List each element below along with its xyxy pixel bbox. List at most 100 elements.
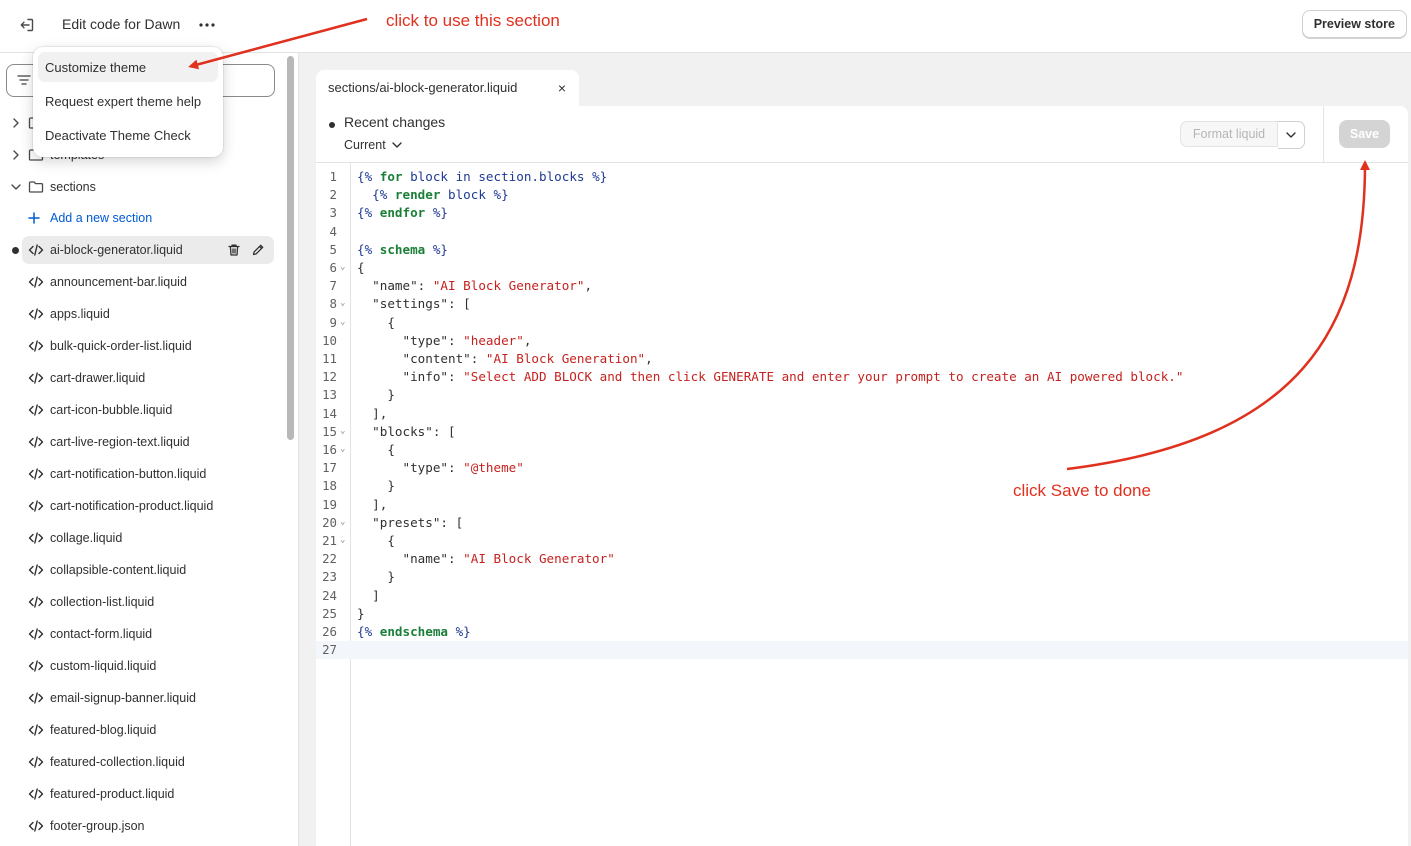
code-line: 12 "info": "Select ADD BLOCK and then cl…: [316, 368, 1408, 386]
menu-item-request-expert-help[interactable]: Request expert theme help: [38, 86, 218, 116]
code-line: 24 ]: [316, 587, 1408, 605]
file-label: ai-block-generator.liquid: [50, 243, 183, 257]
save-button[interactable]: Save: [1339, 120, 1390, 148]
more-actions-menu: Customize theme Request expert theme hel…: [33, 47, 223, 157]
file-label: custom-liquid.liquid: [50, 659, 157, 673]
tab-ai-block-generator[interactable]: sections/ai-block-generator.liquid ×: [316, 70, 579, 106]
line-number: 16: [322, 442, 337, 457]
code-file-icon: [28, 467, 44, 481]
menu-item-deactivate-theme-check[interactable]: Deactivate Theme Check: [38, 120, 218, 150]
file-item[interactable]: email-signup-banner.liquid: [22, 684, 274, 712]
fold-chevron-icon[interactable]: ⌄: [340, 426, 345, 436]
sidebar-scrollbar[interactable]: [287, 56, 294, 440]
line-number: 8: [329, 296, 337, 312]
code-text: {% schema %}: [357, 241, 448, 257]
line-number: 22: [322, 551, 337, 567]
file-item[interactable]: ai-block-generator.liquid: [22, 236, 274, 264]
file-item[interactable]: collapsible-content.liquid: [22, 556, 274, 584]
code-line: 13 }: [316, 386, 1408, 404]
file-item[interactable]: collage.liquid: [22, 524, 274, 552]
exit-icon[interactable]: [14, 12, 40, 38]
code-file-icon: [28, 563, 44, 577]
file-label: collapsible-content.liquid: [50, 563, 187, 577]
filter-icon: [17, 75, 31, 85]
code-text: ],: [357, 496, 388, 512]
more-actions-icon[interactable]: [196, 14, 218, 36]
file-item[interactable]: featured-product.liquid: [22, 780, 274, 808]
annotation-top: click to use this section: [386, 11, 560, 30]
code-line: 7 "name": "AI Block Generator",: [316, 277, 1408, 295]
file-item[interactable]: featured-blog.liquid: [22, 716, 274, 744]
delete-file-icon[interactable]: [227, 243, 241, 257]
file-label: featured-blog.liquid: [50, 723, 157, 737]
code-file-icon: [28, 339, 44, 353]
file-label: collection-list.liquid: [50, 595, 155, 609]
code-text: }: [357, 387, 395, 403]
code-line: 9 ⌄ {: [316, 314, 1408, 332]
code-file-icon: [28, 787, 44, 801]
code-line: 6 ⌄ {: [316, 259, 1408, 277]
code-line: 25}: [316, 605, 1408, 623]
format-liquid-button[interactable]: Format liquid: [1180, 121, 1278, 147]
code-text: "presets": [: [357, 514, 464, 530]
preview-store-button[interactable]: Preview store: [1301, 10, 1407, 38]
code-text: }: [357, 605, 365, 621]
file-item[interactable]: apps.liquid: [22, 300, 274, 328]
file-item[interactable]: custom-liquid.liquid: [22, 652, 274, 680]
file-item[interactable]: collection-list.liquid: [22, 588, 274, 616]
fold-chevron-icon[interactable]: ⌄: [340, 444, 345, 454]
folder-label: sections: [50, 180, 96, 194]
file-label: collage.liquid: [50, 531, 123, 545]
code-text: }: [357, 478, 395, 494]
code-text: {% render block %}: [357, 187, 509, 203]
code-editor: Recent changes Current Format liquid Sav…: [316, 106, 1408, 846]
code-content[interactable]: 1 {% for block in section.blocks %} 2 {% r…: [316, 163, 1408, 846]
file-item[interactable]: cart-live-region-text.liquid: [22, 428, 274, 456]
fold-chevron-icon[interactable]: ⌄: [340, 262, 345, 272]
code-text: {: [357, 442, 395, 457]
format-options-button[interactable]: [1278, 121, 1305, 149]
code-file-icon: [28, 243, 44, 257]
add-section-link[interactable]: Add a new section: [28, 208, 152, 228]
code-line: 19 ],: [316, 496, 1408, 514]
code-file-icon: [28, 499, 44, 513]
modified-dot: [12, 247, 19, 254]
editor-area: sections/ai-block-generator.liquid × Rec…: [299, 53, 1411, 846]
code-file-icon: [28, 307, 44, 321]
folder-icon: [28, 180, 44, 194]
file-item[interactable]: bulk-quick-order-list.liquid: [22, 332, 274, 360]
fold-chevron-icon[interactable]: ⌄: [340, 517, 345, 527]
file-item[interactable]: cart-drawer.liquid: [22, 364, 274, 392]
chevron-down-icon: [10, 181, 22, 193]
file-item[interactable]: cart-notification-button.liquid: [22, 460, 274, 488]
menu-item-customize-theme[interactable]: Customize theme: [38, 52, 218, 82]
line-number: 17: [322, 460, 337, 476]
file-item[interactable]: cart-notification-product.liquid: [22, 492, 274, 520]
rename-file-icon[interactable]: [251, 243, 265, 257]
line-number: 7: [329, 278, 337, 294]
chevron-down-icon: [391, 142, 402, 148]
code-text: {% endschema %}: [357, 624, 471, 639]
code-line: 23 }: [316, 568, 1408, 586]
code-text: "settings": [: [357, 296, 471, 312]
file-item[interactable]: featured-collection.liquid: [22, 748, 274, 776]
close-tab-icon[interactable]: ×: [554, 78, 570, 98]
file-item[interactable]: cart-icon-bubble.liquid: [22, 396, 274, 424]
line-number: 1: [329, 169, 337, 184]
file-item[interactable]: announcement-bar.liquid: [22, 268, 274, 296]
file-item[interactable]: footer-group.json: [22, 812, 274, 840]
version-select[interactable]: Current: [344, 138, 402, 152]
code-line: 3 {% endfor %}: [316, 204, 1408, 222]
file-label: announcement-bar.liquid: [50, 275, 187, 289]
file-item[interactable]: contact-form.liquid: [22, 620, 274, 648]
file-label: footer-group.json: [50, 819, 145, 833]
fold-chevron-icon[interactable]: ⌄: [340, 535, 345, 545]
fold-chevron-icon[interactable]: ⌄: [340, 298, 345, 308]
fold-chevron-icon[interactable]: ⌄: [340, 317, 345, 327]
code-text: {: [357, 260, 365, 275]
code-line: 21 ⌄ {: [316, 532, 1408, 550]
folder-sections[interactable]: sections: [0, 171, 280, 203]
code-text: "content": "AI Block Generation",: [357, 351, 653, 366]
file-label: apps.liquid: [50, 307, 110, 321]
tab-path: sections/ai-block-generator.liquid: [328, 80, 518, 95]
